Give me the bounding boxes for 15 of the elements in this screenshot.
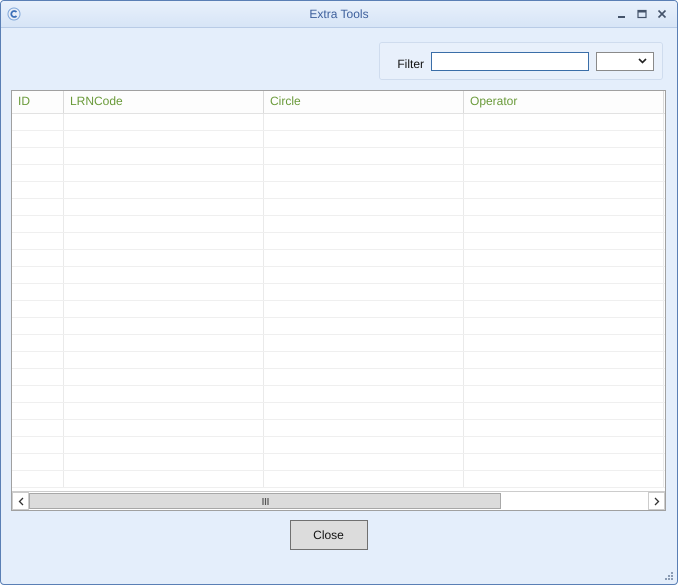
window-title: Extra Tools xyxy=(309,7,369,21)
column-header[interactable]: LRNCode xyxy=(64,91,264,113)
maximize-icon[interactable] xyxy=(637,9,647,19)
app-logo-icon xyxy=(7,7,21,21)
column-header[interactable]: Operator xyxy=(464,91,664,113)
filter-input-field[interactable] xyxy=(431,52,589,70)
close-icon[interactable] xyxy=(657,9,667,19)
column-header[interactable]: Circle xyxy=(264,91,464,113)
chevron-down-icon xyxy=(638,58,647,64)
filter-dropdown[interactable] xyxy=(596,52,654,70)
close-button[interactable]: Close xyxy=(290,520,368,550)
grip-icon xyxy=(262,498,268,504)
filter-label: Filter xyxy=(397,57,424,71)
resize-grip-icon[interactable] xyxy=(665,572,673,580)
column-header[interactable]: ID xyxy=(12,91,64,113)
